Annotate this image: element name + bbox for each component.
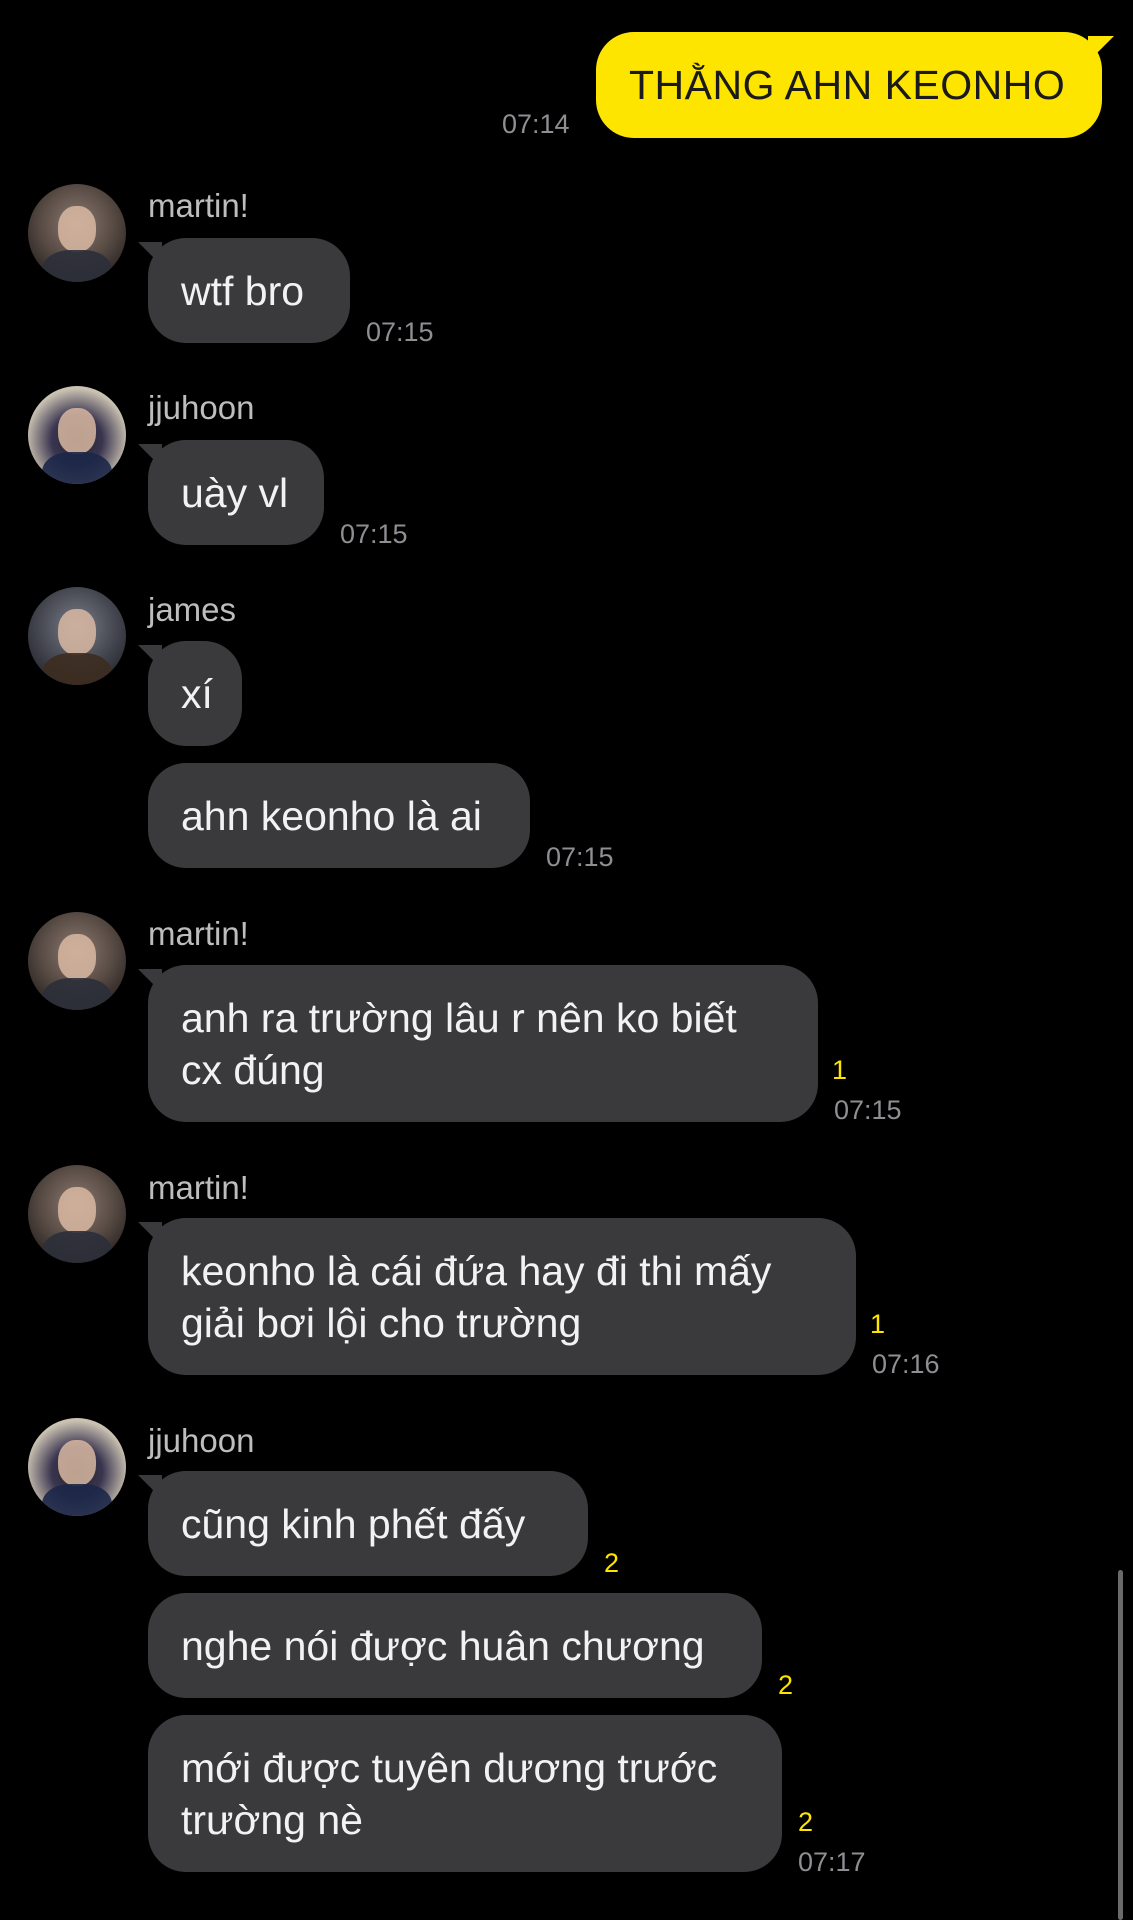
message-bubble[interactable]: mới được tuyên dương trước trường nè xyxy=(148,1715,782,1872)
unread-count: 2 xyxy=(778,1670,794,1700)
message-bubble[interactable]: cũng kinh phết đấy xyxy=(148,1471,588,1576)
message-timestamp: 07:15 xyxy=(546,842,614,872)
message-timestamp: 07:17 xyxy=(798,1847,866,1877)
message-bubble[interactable]: wtf bro xyxy=(148,238,350,343)
unread-count: 2 xyxy=(798,1807,814,1837)
james-avatar[interactable] xyxy=(28,587,126,685)
sender-name: jjuhoon xyxy=(148,389,255,426)
message-timestamp: 07:16 xyxy=(872,1349,940,1379)
avatar-shoulder-icon xyxy=(42,1484,112,1516)
avatar-face-icon xyxy=(58,408,96,454)
message-bubble[interactable]: uày vl xyxy=(148,440,324,545)
message-timestamp: 07:15 xyxy=(834,1095,902,1125)
jjuhoon-avatar[interactable] xyxy=(28,1418,126,1516)
outgoing-message-bubble[interactable]: THẰNG AHN KEONHO xyxy=(596,32,1102,138)
avatar-face-icon xyxy=(58,206,96,252)
message-bubble[interactable]: nghe nói được huân chương xyxy=(148,1593,762,1698)
avatar-shoulder-icon xyxy=(42,978,112,1010)
unread-count: 1 xyxy=(832,1055,848,1085)
avatar-shoulder-icon xyxy=(42,653,112,685)
unread-count: 2 xyxy=(604,1548,620,1578)
avatar-shoulder-icon xyxy=(42,1231,112,1263)
sender-name: martin! xyxy=(148,915,249,952)
avatar-face-icon xyxy=(58,1187,96,1233)
message-bubble[interactable]: xí xyxy=(148,641,242,746)
sender-name: martin! xyxy=(148,1169,249,1206)
martin-avatar[interactable] xyxy=(28,184,126,282)
sender-name: james xyxy=(148,591,237,628)
message-timestamp: 07:15 xyxy=(366,317,434,347)
scrollbar[interactable] xyxy=(1118,1570,1123,1920)
outgoing-bubble-tail xyxy=(1088,36,1114,62)
message-timestamp: 07:15 xyxy=(340,519,408,549)
sender-name: martin! xyxy=(148,187,249,224)
outgoing-timestamp: 07:14 xyxy=(502,109,570,139)
unread-count: 1 xyxy=(870,1309,886,1339)
jjuhoon-avatar[interactable] xyxy=(28,386,126,484)
sender-name: jjuhoon xyxy=(148,1422,255,1459)
avatar-face-icon xyxy=(58,609,96,655)
message-bubble[interactable]: anh ra trường lâu r nên ko biết cx đúng xyxy=(148,965,818,1122)
avatar-face-icon xyxy=(58,1440,96,1486)
martin-avatar[interactable] xyxy=(28,1165,126,1263)
avatar-face-icon xyxy=(58,934,96,980)
avatar-shoulder-icon xyxy=(42,452,112,484)
message-bubble[interactable]: keonho là cái đứa hay đi thi mấy giải bơ… xyxy=(148,1218,856,1375)
avatar-shoulder-icon xyxy=(42,250,112,282)
martin-avatar[interactable] xyxy=(28,912,126,1010)
message-bubble[interactable]: ahn keonho là ai xyxy=(148,763,530,868)
